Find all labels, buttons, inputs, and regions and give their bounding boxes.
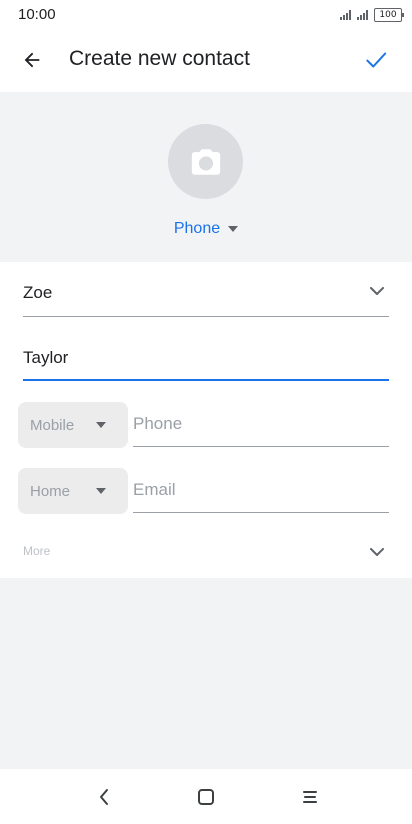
back-button[interactable]	[14, 42, 50, 78]
last-name-field[interactable]: Taylor	[23, 348, 389, 382]
last-name-underline	[23, 379, 389, 381]
camera-icon	[191, 148, 220, 175]
save-button[interactable]	[358, 42, 394, 78]
first-name-underline	[23, 316, 389, 317]
phone-type-select[interactable]: Mobile	[18, 402, 128, 448]
expand-name-button[interactable]	[365, 279, 389, 303]
status-time: 10:00	[18, 6, 56, 23]
chevron-down-icon	[370, 286, 384, 295]
caret-down-icon	[96, 488, 106, 494]
photo-section: Phone	[0, 92, 412, 262]
account-label: Phone	[173, 220, 221, 237]
signal-icon	[357, 10, 368, 20]
arrow-left-icon	[24, 52, 40, 68]
email-type-label: Home	[30, 482, 71, 500]
phone-underline	[133, 446, 389, 447]
first-name-value: Zoe	[23, 283, 53, 302]
email-input[interactable]	[133, 475, 389, 505]
nav-home-button[interactable]	[192, 783, 220, 811]
menu-icon	[303, 791, 317, 803]
chevron-down-icon	[370, 547, 384, 556]
email-type-select[interactable]: Home	[18, 468, 128, 514]
last-name-value: Taylor	[23, 348, 69, 367]
contact-form: Zoe Taylor Mobile Home	[0, 262, 412, 578]
status-bar: 10:00 100	[0, 0, 412, 30]
page-title: Create new contact	[69, 47, 250, 70]
expand-more-button[interactable]	[365, 540, 389, 564]
empty-area	[0, 578, 412, 769]
app-bar: Create new contact	[0, 30, 412, 92]
phone-type-label: Mobile	[30, 416, 75, 434]
chevron-left-icon	[100, 789, 108, 805]
system-nav-bar	[0, 769, 412, 824]
more-fields-button[interactable]: More	[23, 540, 389, 564]
square-icon	[198, 789, 214, 805]
email-underline	[133, 512, 389, 513]
nav-menu-button[interactable]	[296, 783, 324, 811]
battery-icon: 100	[374, 8, 404, 22]
phone-input[interactable]	[133, 409, 389, 439]
create-contact-screen: 10:00 100 Create new contact Phone Zoe T…	[0, 0, 412, 824]
status-icons: 100	[340, 7, 404, 23]
signal-icon	[340, 10, 351, 20]
first-name-field[interactable]: Zoe	[23, 283, 389, 317]
checkmark-icon	[366, 52, 387, 68]
caret-down-icon	[228, 226, 239, 232]
account-selector[interactable]: Phone	[0, 220, 412, 238]
more-label: More	[23, 544, 51, 558]
add-photo-button[interactable]	[168, 124, 243, 199]
nav-back-button[interactable]	[90, 783, 118, 811]
caret-down-icon	[96, 422, 106, 428]
